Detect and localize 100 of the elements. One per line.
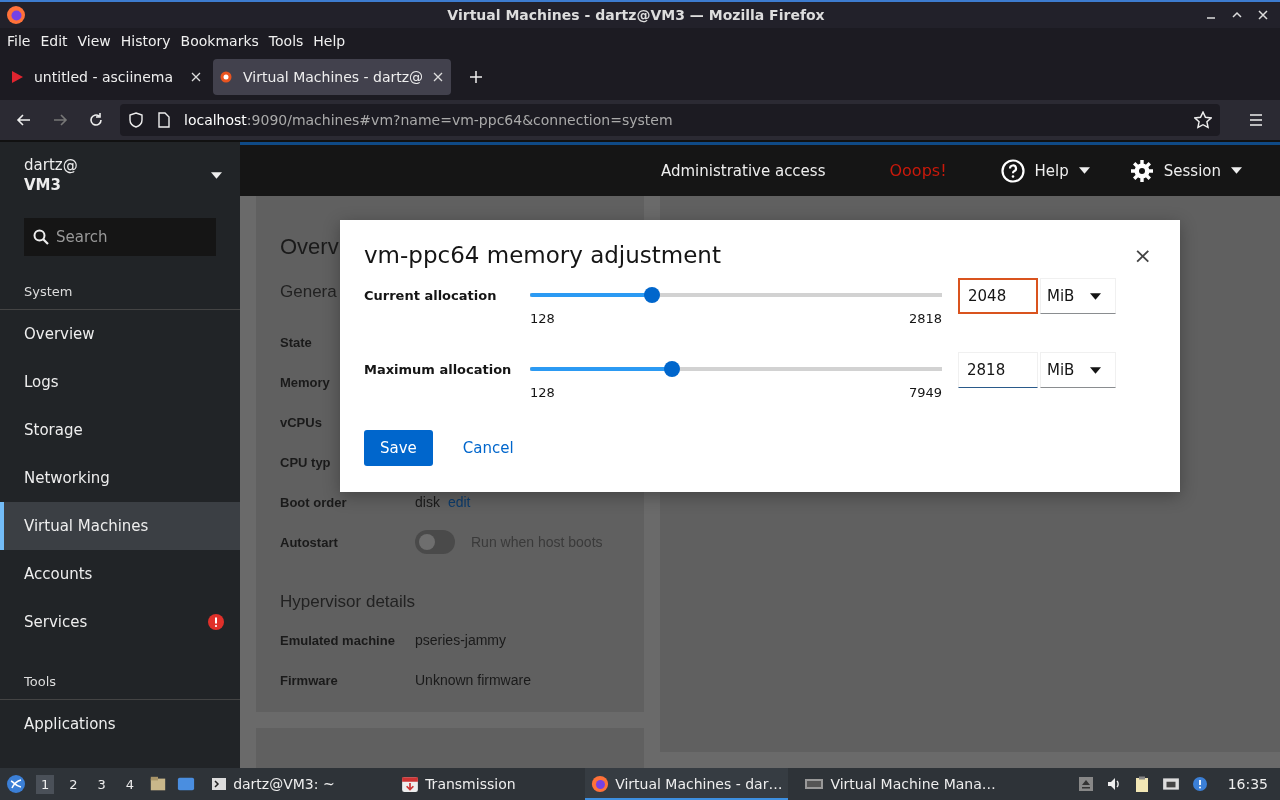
number-input[interactable]: 2818 (958, 352, 1038, 388)
dialog-title: vm-ppc64 memory adjustment (364, 242, 721, 268)
settings-icon (1129, 158, 1154, 183)
slider-thumb[interactable] (643, 287, 660, 303)
clipboard-icon[interactable] (1133, 775, 1150, 793)
error-label: Ooops! (889, 161, 947, 180)
toggle-switch[interactable] (415, 530, 455, 554)
save-button[interactable]: Save (364, 430, 433, 466)
nav-item[interactable]: Virtual Machines (0, 502, 240, 550)
nav-item[interactable]: Accounts (0, 550, 240, 598)
min-label: 128 (530, 311, 555, 326)
min-label: 128 (530, 385, 555, 400)
help-menu[interactable]: Help (1000, 158, 1090, 183)
field-label: Emulated machine (280, 632, 395, 648)
cancel-button[interactable]: Cancel (446, 430, 530, 466)
field-value: Unknown firmware (415, 672, 531, 688)
notification-icon[interactable] (1191, 776, 1208, 792)
field-label: Current allocation (364, 287, 498, 303)
taskbar-button[interactable]: Transmission (395, 768, 576, 800)
section-heading: Genera (280, 282, 337, 302)
field-label: Boot order (280, 494, 347, 510)
firefox-icon (591, 775, 610, 793)
taskbar-button[interactable]: Virtual Machine Mana… (798, 768, 1002, 800)
nav-item[interactable]: Overview (0, 310, 240, 358)
workspace-button[interactable]: 1 (36, 774, 55, 794)
menu-item[interactable]: File (2, 33, 36, 49)
close-button[interactable]: × (1129, 242, 1156, 268)
slider-thumb[interactable] (664, 361, 681, 377)
field-label: Firmware (280, 672, 338, 688)
page-icon (156, 112, 172, 128)
workspace-button[interactable]: 4 (120, 774, 140, 794)
caret-icon (1231, 167, 1242, 174)
browser-tab[interactable]: Virtual Machines - dartz@ (213, 59, 452, 95)
field-label: Memory (280, 374, 330, 390)
number-input[interactable]: 2048 (958, 278, 1038, 314)
field-label: Autostart (280, 534, 338, 550)
field-label: Maximum allocation (364, 361, 513, 377)
caret-icon (1090, 292, 1101, 300)
workspace-button[interactable]: 2 (64, 774, 83, 794)
caret-icon (1078, 167, 1090, 174)
start-menu-icon[interactable] (6, 774, 26, 794)
field-label: State (280, 334, 312, 350)
menu-item[interactable]: History (115, 33, 176, 49)
ring-icon (219, 70, 233, 84)
nav-item[interactable]: Services (0, 598, 240, 646)
nav-item[interactable]: Storage (0, 406, 240, 454)
close-icon[interactable] (191, 72, 201, 82)
search-icon (33, 229, 49, 245)
transmission-icon (401, 775, 420, 793)
browser-tab[interactable]: untitled - asciinema (4, 59, 209, 95)
forward-icon[interactable] (52, 112, 68, 128)
field-label: CPU typ (280, 454, 331, 470)
taskbar-button[interactable]: dartz@VM3: ~ (205, 768, 386, 800)
clock: 16:35 (1227, 776, 1268, 792)
volume-icon[interactable] (1105, 776, 1122, 792)
caret-icon (211, 171, 222, 179)
menu-item[interactable]: Tools (263, 33, 309, 49)
back-icon[interactable] (16, 112, 32, 128)
firefox-icon (6, 5, 26, 25)
nav-item[interactable]: Logs (0, 358, 240, 406)
eject-icon[interactable] (1077, 776, 1094, 792)
play-icon (10, 70, 24, 84)
nav-item[interactable]: Applications (0, 700, 240, 748)
menu-icon[interactable] (1248, 112, 1264, 128)
section-heading: Hypervisor details (280, 592, 416, 612)
window-title: Virtual Machines - dartz@VM3 — Mozilla Firefox (446, 7, 826, 23)
menu-item[interactable]: View (72, 33, 116, 49)
new-tab-icon[interactable] (469, 70, 484, 84)
reload-icon[interactable] (88, 112, 104, 128)
network-icon[interactable] (1161, 775, 1180, 793)
menu-item[interactable]: Bookmarks (175, 33, 264, 49)
section-heading: Tools (23, 673, 58, 691)
nav-item[interactable]: Networking (0, 454, 240, 502)
field-label: vCPUs (280, 414, 322, 430)
session-menu[interactable]: Session (1129, 158, 1242, 183)
address-bar[interactable]: localhost:9090/machines#vm?name=vm-ppc64&connection=system (120, 104, 1220, 136)
desktop-icon[interactable] (177, 775, 196, 793)
maximize-icon[interactable] (1232, 10, 1242, 20)
access-label[interactable]: Administrative access (661, 161, 826, 180)
host-selector[interactable]: dartz@ VM3 (0, 142, 240, 208)
unit-dropdown[interactable]: MiB (1040, 352, 1116, 388)
workspace-button[interactable]: 3 (92, 774, 111, 794)
terminal-icon (211, 776, 228, 792)
unit-dropdown[interactable]: MiB (1040, 278, 1116, 314)
max-label: 2818 (908, 311, 942, 326)
field-value: disk (415, 494, 440, 510)
help-icon (1000, 158, 1025, 183)
card-heading: Overv (280, 234, 339, 260)
max-label: 7949 (908, 385, 942, 400)
menu-item[interactable]: Help (308, 33, 351, 49)
menu-item[interactable]: Edit (35, 33, 73, 49)
file-manager-icon[interactable] (149, 775, 168, 793)
close-icon[interactable] (433, 72, 444, 82)
section-heading: System (23, 283, 74, 301)
taskbar-button[interactable]: Virtual Machines - dar… (585, 768, 789, 800)
close-icon[interactable] (1258, 10, 1268, 20)
caret-icon (1090, 366, 1101, 374)
star-icon[interactable] (1194, 111, 1212, 129)
search-field[interactable]: Search (24, 218, 216, 256)
shield-icon (128, 112, 144, 128)
